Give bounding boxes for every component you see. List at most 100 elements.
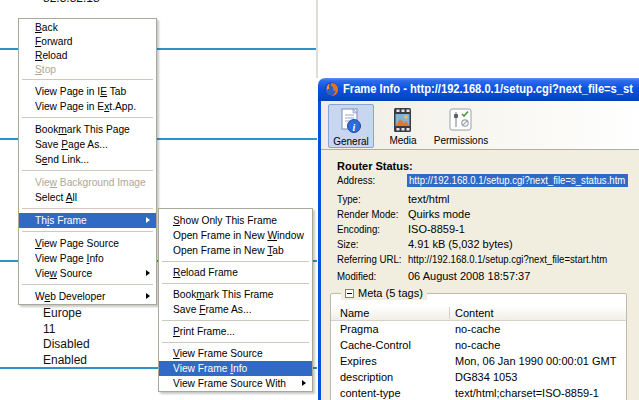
menu-item-view-page-in-ie-tab[interactable]: View Page in IE Tab [19,84,156,99]
menu-item-view-frame-source-with[interactable]: View Frame Source With [159,376,312,391]
menu-item-back[interactable]: Back [19,20,156,34]
field-value: 06 August 2008 18:57:37 [408,270,530,282]
firefox-icon [324,82,339,97]
address-url: http://192.168.0.1/setup.cgi?next_file=s… [409,174,625,186]
window-toolbar: i General [321,101,639,150]
toolbar-button-media[interactable]: Media [381,104,425,148]
menu-item-open-frame-in-new-window[interactable]: Open Frame in New Window [159,228,312,243]
page-ip-text: 82.3.82.18 [43,0,100,5]
meta-content: DG834 1053 [455,371,517,383]
meta-row-expires[interactable]: Expires Mon, 06 Jan 1990 00:00:01 GMT [331,353,626,369]
menu-item-save-page-as[interactable]: Save Page As... [19,137,156,152]
menu-separator [19,205,156,213]
meta-row-content-type[interactable]: content-type text/html;charset=ISO-8859-… [331,385,626,400]
field-label: Encoding: [337,223,380,235]
meta-groupbox: Meta (5 tags) Name Content Pragma no-cac… [330,293,627,400]
menu-separator [19,228,156,236]
column-divider [449,307,450,319]
menu-item-this-frame[interactable]: This Frame [19,213,156,228]
field-value: text/html [408,193,450,205]
context-menu: Back Forward Reload Stop View Page in IE… [18,18,157,305]
window-title: Frame Info - http://192.168.0.1/setup.cg… [343,78,633,101]
menu-item-reload[interactable]: Reload [19,48,156,62]
toolbar-button-permissions[interactable]: Permissions [429,104,493,148]
menu-item-view-page-source[interactable]: View Page Source [19,236,156,251]
meta-legend[interactable]: Meta (5 tags) [341,287,427,300]
frame-info-window: Frame Info - http://192.168.0.1/setup.cg… [318,78,639,400]
menu-item-select-all[interactable]: Select All [19,190,156,205]
meta-row-description[interactable]: description DG834 1053 [331,369,626,385]
meta-name: Pragma [340,323,379,335]
address-value-selected[interactable]: http://192.168.0.1/setup.cgi?next_file=s… [407,174,628,187]
page-frame-border [316,0,318,78]
menu-item-print-frame[interactable]: Print Frame... [159,324,312,339]
frame-info-content: Router Status: Address: http://192.168.0… [321,150,639,400]
window-titlebar[interactable]: Frame Info - http://192.168.0.1/setup.cg… [318,78,639,101]
menu-separator [159,280,312,287]
column-header-name[interactable]: Name [340,307,369,319]
menu-item-view-source[interactable]: View Source [19,266,156,281]
field-value: http://192.168.0.1/setup.cgi?next_file=s… [408,253,637,265]
field-label: Render Mode: [337,208,398,220]
field-label: Referring URL: [337,253,402,265]
meta-row-pragma[interactable]: Pragma no-cache [331,321,626,337]
permissions-icon [446,106,476,135]
meta-name: Expires [340,355,377,367]
meta-legend-text: Meta (5 tags) [358,287,423,299]
menu-item-view-frame-source[interactable]: View Frame Source [159,346,312,361]
menu-separator [19,167,156,175]
this-frame-submenu: Show Only This Frame Open Frame in New W… [158,208,313,392]
submenu-arrow-icon [146,293,150,299]
collapse-icon[interactable] [345,289,354,298]
meta-content: no-cache [455,323,500,335]
menu-item-forward[interactable]: Forward [19,34,156,48]
meta-table-header[interactable]: Name Content [331,306,626,321]
menu-item-bookmark-this-frame[interactable]: Bookmark This Frame [159,287,312,302]
menu-separator [19,76,156,84]
general-icon: i [336,107,366,136]
menu-item-view-page-in-ext-app[interactable]: View Page in Ext.App. [19,99,156,114]
meta-row-cache-control[interactable]: Cache-Control no-cache [331,337,626,353]
screen: 82.3.82.18 Europe 11 Disabled Enabled Ba… [0,0,639,400]
submenu-arrow-icon [146,270,150,276]
field-value: 4.91 kB (5,032 bytes) [408,238,513,250]
menu-item-send-link[interactable]: Send Link... [19,152,156,167]
menu-item-open-frame-in-new-tab[interactable]: Open Frame in New Tab [159,243,312,258]
menu-item-reload-frame[interactable]: Reload Frame [159,265,312,280]
menu-item-view-background-image: View Background Image [19,175,156,190]
menu-separator [159,339,312,346]
menu-item-save-frame-as[interactable]: Save Frame As... [159,302,312,317]
menu-item-show-only-this-frame[interactable]: Show Only This Frame [159,213,312,228]
page-value: 11 [43,322,55,336]
meta-content: Mon, 06 Jan 1990 00:00:01 GMT [455,355,616,367]
submenu-arrow-icon [302,380,306,386]
menu-separator [19,281,156,289]
svg-text:i: i [353,122,356,133]
field-label: Size: [337,238,359,250]
field-label: Address: [337,174,375,186]
field-value: Quirks mode [408,208,470,220]
menu-item-stop: Stop [19,62,156,76]
menu-separator [19,114,156,122]
menu-item-bookmark-this-page[interactable]: Bookmark This Page [19,122,156,137]
meta-name: Cache-Control [340,339,411,351]
menu-item-web-developer[interactable]: Web Developer [19,289,156,304]
menu-item-view-frame-info[interactable]: View Frame Info [159,361,312,376]
window-body: i General [318,101,639,400]
meta-table: Name Content Pragma no-cache Cache-Contr… [331,306,626,400]
field-label: Type: [337,193,361,205]
section-title: Router Status: [337,160,413,172]
toolbar-label: General [329,136,373,147]
meta-content: no-cache [455,339,500,351]
meta-name: content-type [340,387,401,399]
meta-name: description [340,371,393,383]
field-value: ISO-8859-1 [408,223,465,235]
column-header-content[interactable]: Content [455,307,494,319]
page-value: Europe [43,306,82,320]
referring-url: http://192.168.0.1/setup.cgi?next_file=s… [408,253,607,265]
menu-item-view-page-info[interactable]: View Page Info [19,251,156,266]
field-label: Modified: [337,270,376,282]
page-value: Disabled [43,337,90,351]
page-value: Enabled [43,353,87,367]
toolbar-button-general[interactable]: i General [328,104,374,148]
